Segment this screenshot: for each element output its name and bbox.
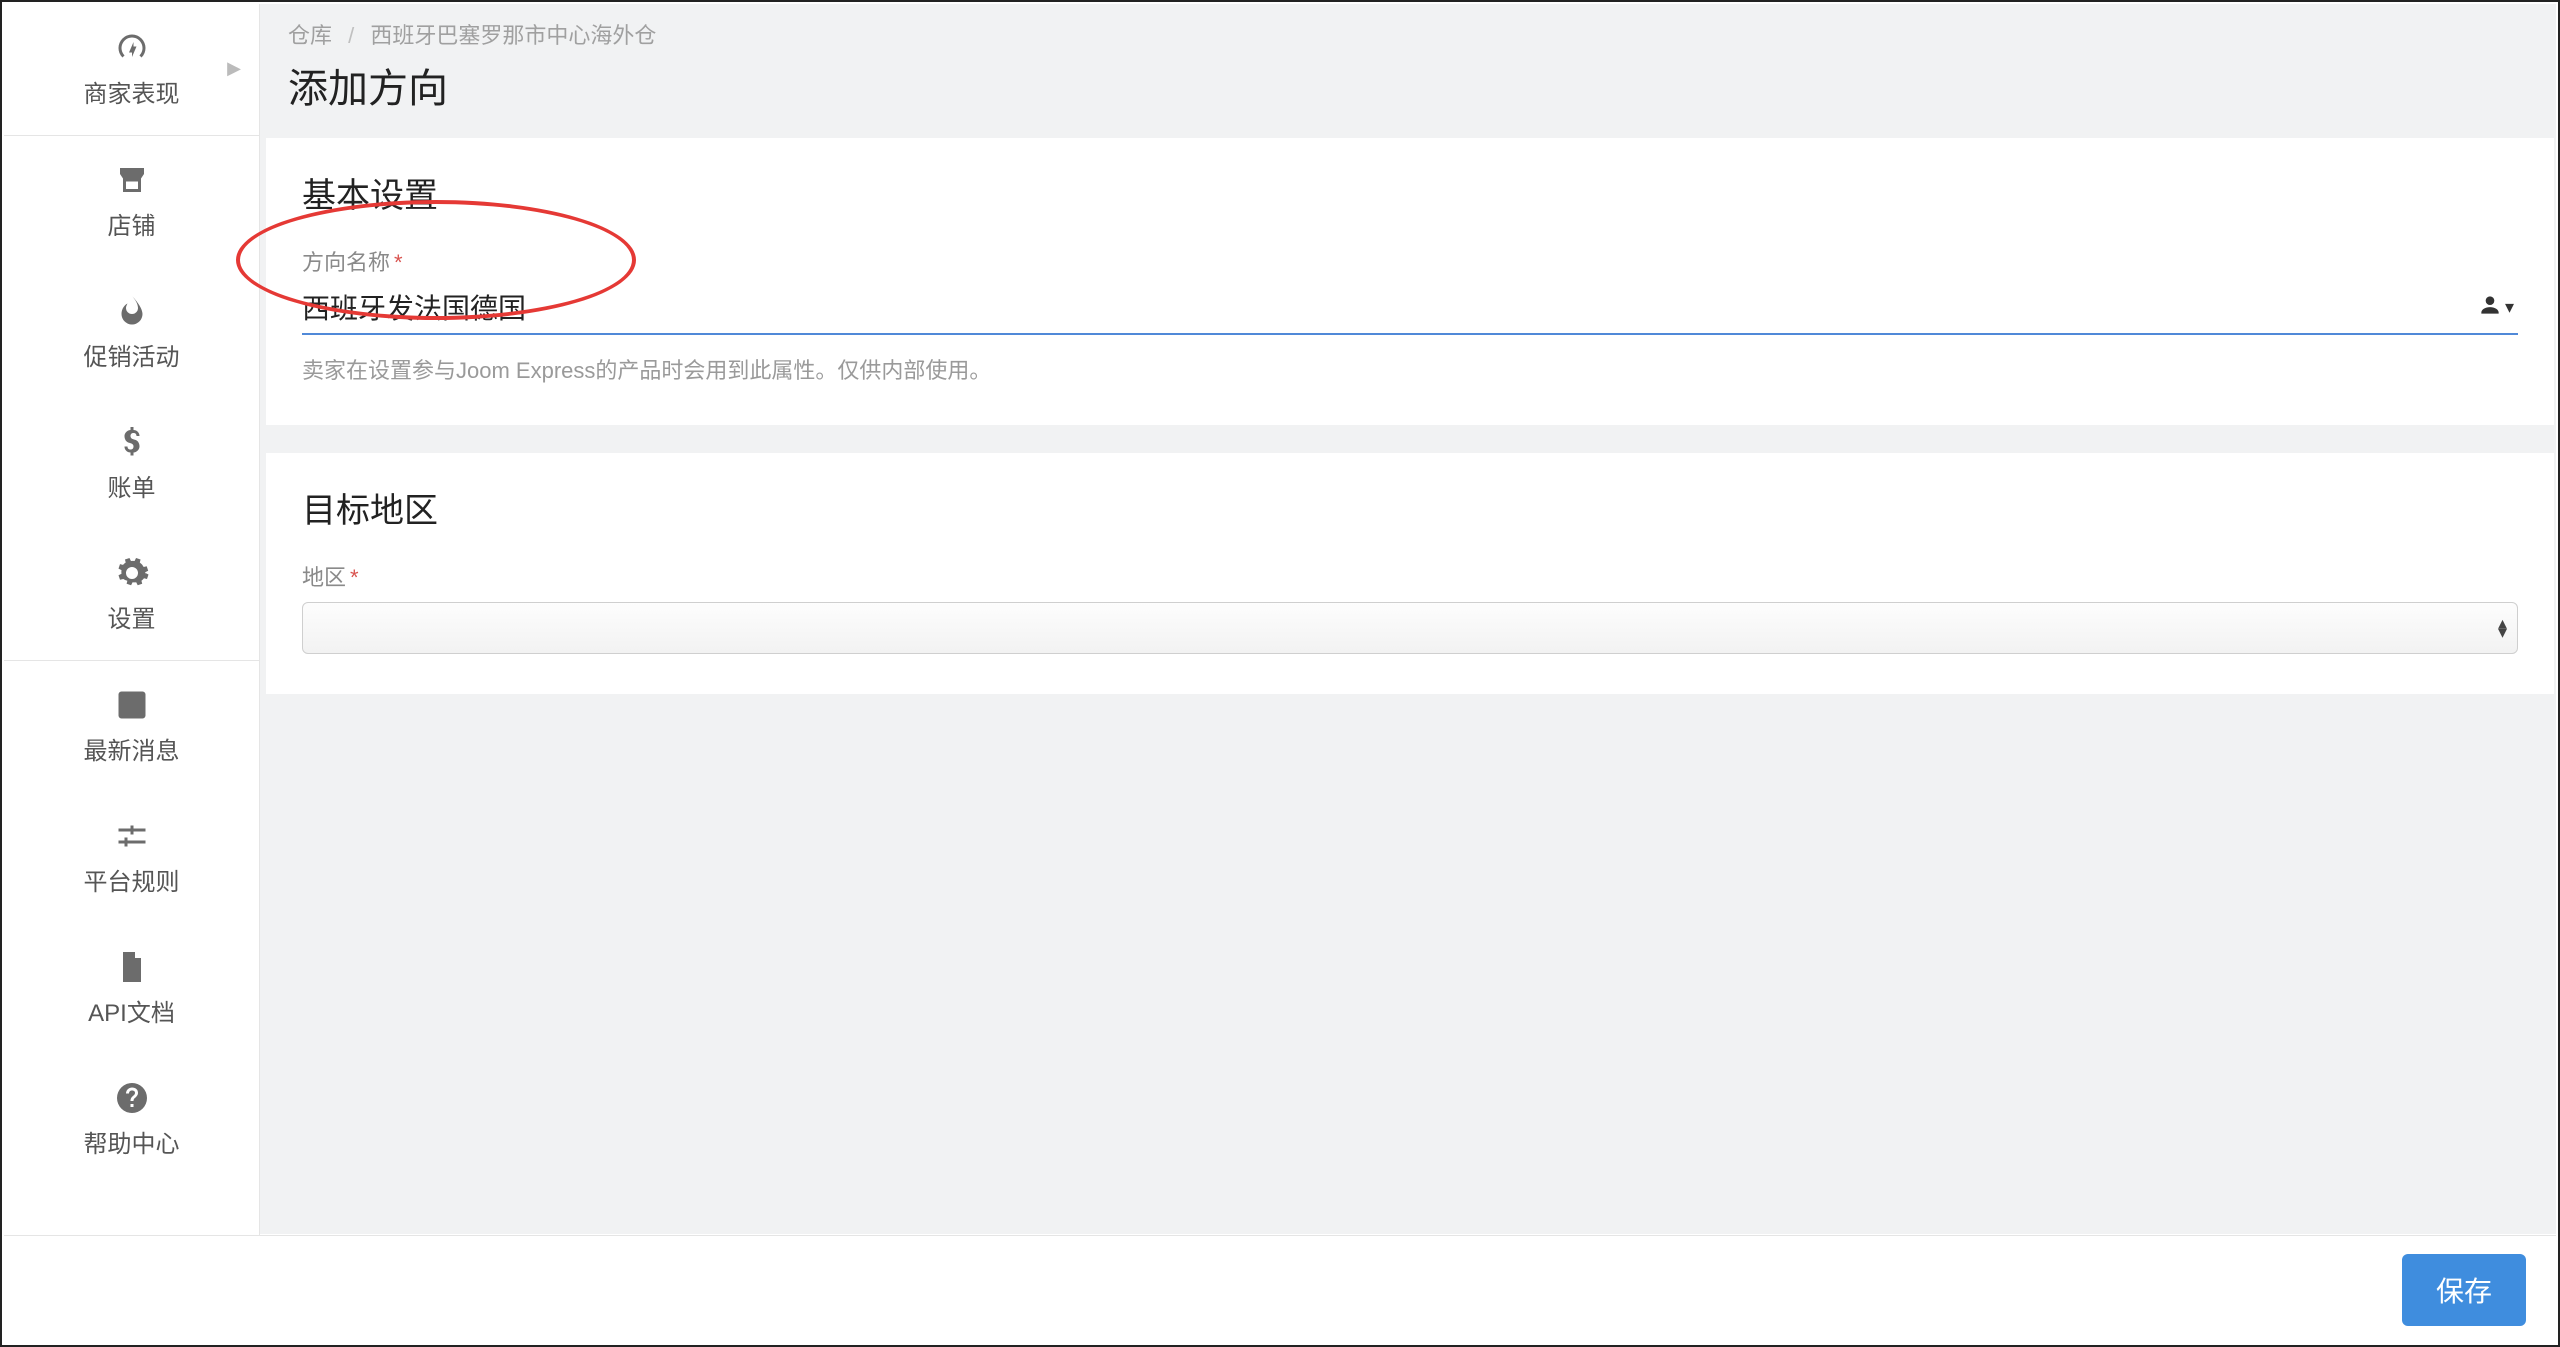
region-select[interactable]: ▴▾ [302,602,2518,654]
basic-settings-card: 基本设置 方向名称* ▾ 卖家在设置参与Joom Express的产品时会用到此… [266,138,2554,425]
app-frame: 商家表现 ▶ 店铺 促销活动 账单 设置 [0,0,2560,1347]
direction-name-label-text: 方向名称 [302,250,390,275]
sidebar-item-label: 设置 [108,599,156,634]
sidebar-item-label: 帮助中心 [84,1124,180,1159]
breadcrumb: 仓库 / 西班牙巴塞罗那市中心海外仓 [260,4,2556,50]
basic-settings-title: 基本设置 [302,168,2518,217]
sidebar-item-api-docs[interactable]: API文档 [4,923,259,1054]
dollar-icon [112,422,152,462]
target-region-title: 目标地区 [302,483,2518,532]
sidebar-item-store[interactable]: 店铺 [4,136,259,267]
sidebar-item-label: 账单 [108,468,156,503]
sidebar-item-label: 店铺 [108,206,156,241]
flame-icon [112,291,152,331]
sliders-icon [112,816,152,856]
direction-name-help: 卖家在设置参与Joom Express的产品时会用到此属性。仅供内部使用。 [302,353,2518,385]
user-picker-trigger[interactable]: ▾ [2477,292,2514,323]
sidebar-item-promotions[interactable]: 促销活动 [4,267,259,398]
sidebar-item-news[interactable]: 最新消息 [4,661,259,792]
select-handle-icon: ▴▾ [2498,619,2507,637]
gear-icon [112,553,152,593]
chevron-down-icon: ▾ [2505,297,2514,318]
footer-bar: 保存 [4,1235,2556,1343]
sidebar-item-settings[interactable]: 设置 [4,529,259,661]
sidebar-item-help[interactable]: 帮助中心 [4,1054,259,1185]
question-icon [112,1078,152,1118]
required-asterisk: * [394,250,403,275]
direction-name-input[interactable] [302,291,2466,323]
breadcrumb-root[interactable]: 仓库 [288,23,332,48]
direction-name-label: 方向名称* [302,245,2518,277]
breadcrumb-leaf[interactable]: 西班牙巴塞罗那市中心海外仓 [370,23,656,48]
breadcrumb-separator: / [348,23,354,48]
target-region-card: 目标地区 地区* ▴▾ [266,453,2554,694]
file-icon [112,947,152,987]
region-label: 地区* [302,560,2518,592]
note-icon [112,685,152,725]
gauge-icon [112,28,152,68]
sidebar-item-label: 平台规则 [84,862,180,897]
sidebar-item-merchant-performance[interactable]: 商家表现 ▶ [4,4,259,136]
sidebar-item-platform-rules[interactable]: 平台规则 [4,792,259,923]
main-content: 仓库 / 西班牙巴塞罗那市中心海外仓 添加方向 基本设置 方向名称* ▾ 卖家在… [260,4,2556,1234]
sidebar-item-label: API文档 [88,993,175,1028]
page-title: 添加方向 [260,50,2556,138]
sidebar-item-label: 最新消息 [84,731,180,766]
direction-name-field-wrap: ▾ [302,287,2518,335]
chevron-right-icon: ▶ [227,57,241,78]
region-label-text: 地区 [302,565,346,590]
sidebar: 商家表现 ▶ 店铺 促销活动 账单 设置 [4,4,260,1238]
storefront-icon [112,160,152,200]
sidebar-item-billing[interactable]: 账单 [4,398,259,529]
save-button[interactable]: 保存 [2402,1254,2526,1326]
sidebar-item-label: 促销活动 [84,337,180,372]
user-icon [2477,292,2503,323]
required-asterisk: * [350,565,359,590]
sidebar-item-label: 商家表现 [84,74,180,109]
